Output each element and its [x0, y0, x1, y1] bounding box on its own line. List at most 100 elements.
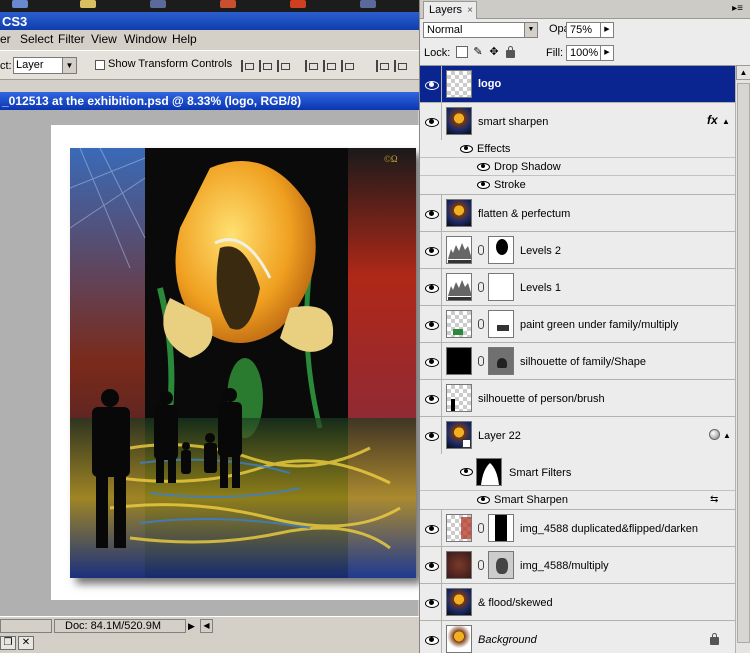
menu-help[interactable]: Help — [172, 30, 197, 48]
chevron-right-icon[interactable]: ▶ — [600, 46, 613, 60]
lock-all-icon[interactable] — [504, 46, 516, 58]
filter-options-icon[interactable]: ⇆ — [710, 494, 718, 505]
lock-move-icon[interactable]: ✥ — [488, 46, 500, 58]
blend-mode-dropdown[interactable]: Normal ▼ — [423, 22, 538, 38]
taskbar-app-icon[interactable] — [290, 0, 306, 8]
eye-icon[interactable] — [460, 144, 473, 153]
fill-field[interactable]: 100% ▶ — [566, 45, 614, 61]
document-title-bar[interactable]: _012513 at the exhibition.psd @ 8.33% (l… — [0, 92, 420, 110]
link-icon[interactable] — [478, 523, 484, 533]
taskbar-app-icon[interactable] — [12, 0, 28, 8]
effect-stroke-row[interactable]: Stroke — [420, 176, 735, 195]
layer-row-background[interactable]: Background — [420, 621, 735, 653]
effect-drop-shadow-row[interactable]: Drop Shadow — [420, 158, 735, 176]
align-top-icon[interactable] — [241, 60, 254, 72]
visibility-toggle[interactable] — [420, 343, 442, 379]
layers-scrollbar[interactable]: ▲ — [735, 65, 750, 653]
layer-row-flood[interactable]: & flood/skewed — [420, 584, 735, 621]
layer-mask-thumbnail[interactable] — [488, 551, 514, 579]
smart-filter-icon[interactable] — [709, 429, 720, 440]
link-icon[interactable] — [478, 282, 484, 292]
opacity-field[interactable]: 75% ▶ — [566, 22, 614, 38]
link-icon[interactable] — [478, 560, 484, 570]
visibility-toggle[interactable] — [420, 66, 442, 102]
menu-window[interactable]: Window — [124, 30, 167, 48]
layer-row-logo[interactable]: logo — [420, 66, 735, 103]
visibility-toggle[interactable] — [420, 232, 442, 268]
layer-row-levels-1[interactable]: Levels 1 — [420, 269, 735, 306]
visibility-toggle[interactable] — [420, 380, 442, 416]
panel-menu-icon[interactable]: ▸≡ — [732, 3, 743, 14]
effects-row[interactable]: Effects — [420, 140, 735, 158]
visibility-toggle[interactable] — [420, 584, 442, 620]
visibility-toggle[interactable] — [420, 306, 442, 342]
close-icon[interactable]: × — [467, 2, 473, 19]
visibility-toggle[interactable] — [420, 510, 442, 546]
align-hcenter-icon[interactable] — [323, 60, 336, 72]
layer-mask-thumbnail[interactable] — [488, 236, 514, 264]
align-vcenter-icon[interactable] — [259, 60, 272, 72]
menu-layer[interactable]: er — [0, 30, 11, 48]
layer-row-flatten[interactable]: flatten & perfectum — [420, 195, 735, 232]
link-icon[interactable] — [478, 356, 484, 366]
distribute-vcenter-icon[interactable] — [394, 60, 407, 72]
doc-info[interactable]: Doc: 84.1M/520.9M — [54, 619, 186, 633]
fx-icon[interactable]: fx — [707, 113, 718, 127]
scroll-up-icon[interactable]: ▲ — [736, 65, 750, 80]
align-right-icon[interactable] — [341, 60, 354, 72]
layer-row-paint-green[interactable]: paint green under family/multiply — [420, 306, 735, 343]
scroll-left-icon[interactable]: ◀ — [200, 619, 213, 633]
taskbar-app-icon[interactable] — [150, 0, 166, 8]
menu-select[interactable]: Select — [20, 30, 53, 48]
chevron-right-icon[interactable]: ▶ — [600, 23, 613, 37]
smart-filters-row[interactable]: Smart Filters — [420, 454, 735, 491]
canvas-area[interactable]: ©Ω — [0, 110, 421, 616]
layer-mask-thumbnail[interactable] — [488, 514, 514, 542]
align-bottom-icon[interactable] — [277, 60, 290, 72]
visibility-toggle[interactable] — [420, 195, 442, 231]
taskbar-app-icon[interactable] — [220, 0, 236, 8]
menu-view[interactable]: View — [91, 30, 117, 48]
expand-triangle-icon[interactable]: ▲ — [723, 431, 731, 440]
layer-mask-thumbnail[interactable] — [488, 310, 514, 338]
distribute-top-icon[interactable] — [376, 60, 389, 72]
effect-name: Stroke — [494, 179, 526, 191]
layer-row-levels-2[interactable]: Levels 2 — [420, 232, 735, 269]
tab-layers[interactable]: Layers × — [423, 1, 477, 19]
layer-row-silhouette-person[interactable]: silhouette of person/brush — [420, 380, 735, 417]
scrollbar-thumb[interactable] — [737, 83, 750, 643]
layer-row-img-multiply[interactable]: img_4588/multiply — [420, 547, 735, 584]
eye-icon[interactable] — [477, 180, 490, 189]
visibility-toggle[interactable] — [420, 621, 442, 653]
link-icon[interactable] — [478, 319, 484, 329]
visibility-toggle[interactable] — [420, 269, 442, 305]
link-icon[interactable] — [478, 245, 484, 255]
layer-row-img-duplicated[interactable]: img_4588 duplicated&flipped/darken — [420, 510, 735, 547]
layer-mask-thumbnail[interactable] — [488, 273, 514, 301]
lock-paint-icon[interactable]: ✎ — [472, 46, 484, 58]
auto-select-dropdown[interactable]: Layer ▼ — [13, 57, 77, 74]
vector-mask-thumbnail[interactable] — [488, 347, 514, 375]
align-left-icon[interactable] — [305, 60, 318, 72]
visibility-toggle[interactable] — [420, 417, 442, 454]
layer-row-silhouette-family[interactable]: silhouette of family/Shape — [420, 343, 735, 380]
taskbar-app-icon[interactable] — [80, 0, 96, 8]
smart-filter-item-row[interactable]: Smart Sharpen ⇆ — [420, 491, 735, 510]
expand-triangle-icon[interactable]: ▲ — [722, 117, 730, 126]
eye-icon[interactable] — [477, 495, 490, 504]
visibility-toggle[interactable] — [420, 103, 442, 140]
visibility-toggle[interactable] — [420, 547, 442, 583]
taskbar-app-icon[interactable] — [360, 0, 376, 8]
restore-window-icon[interactable]: ❐ — [0, 636, 16, 650]
layer-row-layer-22[interactable]: Layer 22 ▲ — [420, 417, 735, 454]
smart-filter-mask-thumbnail[interactable] — [476, 458, 502, 486]
show-transform-checkbox[interactable] — [95, 60, 105, 70]
lock-transparency-icon[interactable] — [456, 46, 468, 58]
status-menu-arrow-icon[interactable]: ▶ — [188, 620, 198, 632]
close-window-icon[interactable]: ✕ — [18, 636, 34, 650]
eye-icon[interactable] — [477, 162, 490, 171]
eye-icon[interactable] — [460, 467, 473, 476]
menu-filter[interactable]: Filter — [58, 30, 85, 48]
layer-row-smart-sharpen[interactable]: smart sharpen fx ▲ — [420, 103, 735, 140]
zoom-field[interactable] — [0, 619, 52, 633]
